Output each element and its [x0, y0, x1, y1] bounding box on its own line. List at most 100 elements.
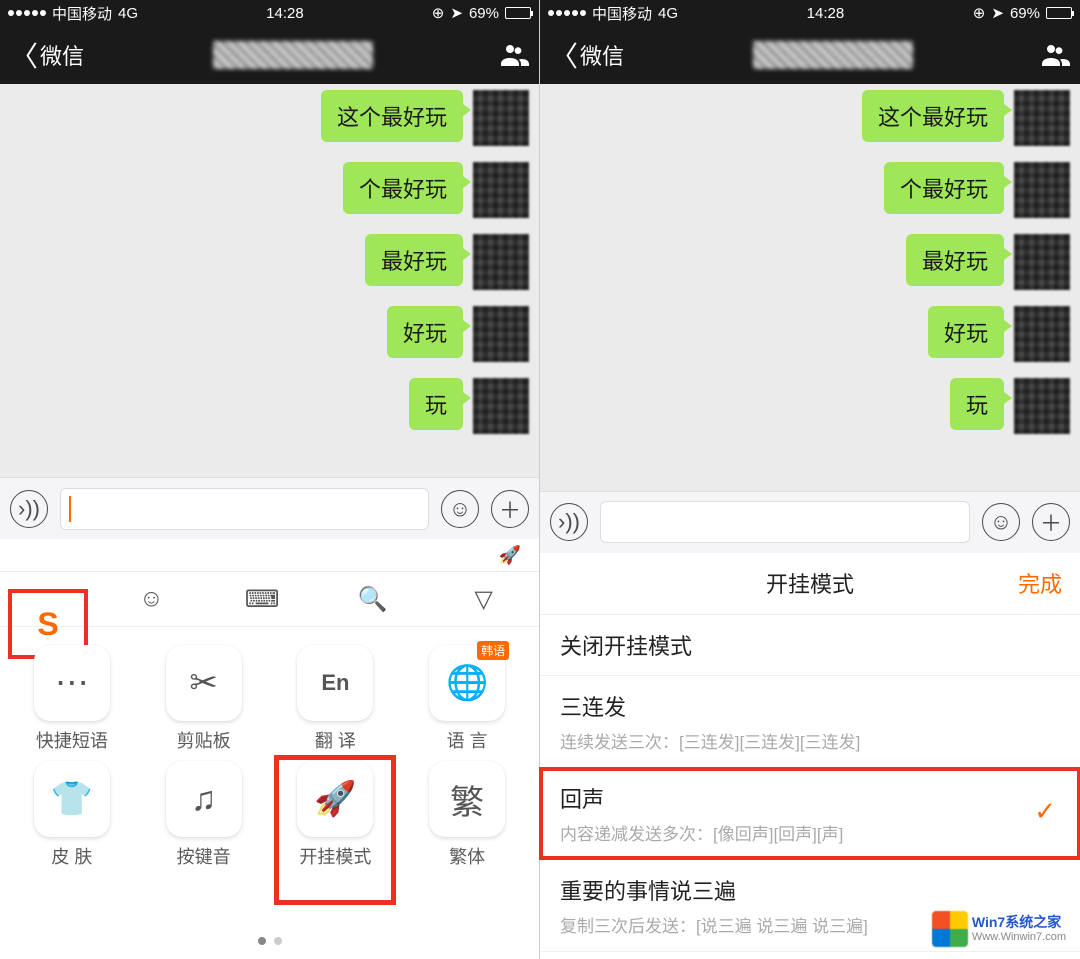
- emoji-button[interactable]: ☺: [441, 490, 479, 528]
- message-bubble[interactable]: 最好玩: [906, 234, 1004, 286]
- avatar[interactable]: [473, 378, 529, 434]
- left-screen: 中国移动 4G 14:28 ⊕ ➤ 69% 〈 微信: [0, 0, 540, 959]
- plus-button[interactable]: ＋: [491, 490, 529, 528]
- battery-icon: [505, 7, 531, 19]
- carrier-label: 中国移动: [592, 3, 652, 24]
- back-label: 微信: [40, 39, 84, 71]
- emoji-button[interactable]: ☺: [982, 503, 1020, 541]
- battery-pct: 69%: [469, 5, 499, 22]
- battery-pct: 69%: [1010, 5, 1040, 22]
- tool-quick-phrases[interactable]: ⋯快捷短语: [17, 645, 127, 753]
- message-row: 个最好玩: [550, 162, 1070, 218]
- kbd-top-strip: 🚀: [0, 539, 539, 571]
- page-dot-icon: [258, 937, 266, 945]
- watermark: Win7系统之家 Www.Winwin7.com: [928, 909, 1070, 949]
- message-bubble[interactable]: 玩: [409, 378, 463, 430]
- contact-icon[interactable]: [1042, 44, 1070, 66]
- avatar[interactable]: [473, 234, 529, 290]
- network-label: 4G: [118, 5, 138, 22]
- status-bar: 中国移动 4G 14:28 ⊕ ➤ 69%: [0, 0, 539, 26]
- highlight-frame: [274, 755, 396, 905]
- avatar[interactable]: [473, 162, 529, 218]
- language-badge: 韩语: [477, 641, 509, 660]
- search-kbd-button[interactable]: 🔍: [318, 585, 429, 614]
- tool-clipboard[interactable]: ✂剪贴板: [149, 645, 259, 753]
- emoji-kbd-button[interactable]: ☺: [96, 585, 207, 613]
- chat-area[interactable]: 这个最好玩 个最好玩 最好玩 好玩 玩: [0, 84, 539, 477]
- chevron-down-icon: ▽: [474, 585, 492, 614]
- text-cursor: [69, 496, 71, 522]
- right-screen: 中国移动 4G 14:28 ⊕ ➤ 69% 〈 微信: [540, 0, 1080, 959]
- message-bubble[interactable]: 好玩: [928, 306, 1004, 358]
- message-bubble[interactable]: 好玩: [387, 306, 463, 358]
- message-bubble[interactable]: 个最好玩: [343, 162, 463, 214]
- panel-header: 开挂模式 完成: [540, 553, 1080, 615]
- tool-keysound[interactable]: ♫按键音: [149, 761, 259, 869]
- option-echo[interactable]: 回声 内容递减发送多次：[像回声][回声][声] ✓: [540, 768, 1080, 860]
- tool-traditional[interactable]: 繁繁体: [412, 761, 522, 869]
- avatar[interactable]: [1014, 306, 1070, 362]
- message-bubble[interactable]: 这个最好玩: [321, 90, 463, 142]
- keyboard-toolbar: S ☺ ⌨ 🔍 ▽: [0, 571, 539, 627]
- nav-bar: 〈 微信: [0, 26, 539, 84]
- avatar[interactable]: [1014, 234, 1070, 290]
- message-input[interactable]: [60, 488, 429, 530]
- carrier-label: 中国移动: [52, 3, 112, 24]
- smile-icon: ☺: [139, 585, 164, 613]
- input-bar: ›)) ☺ ＋: [0, 477, 539, 539]
- done-button[interactable]: 完成: [1018, 567, 1062, 599]
- plus-icon: ＋: [499, 493, 521, 525]
- message-bubble[interactable]: 个最好玩: [884, 162, 1004, 214]
- message-bubble[interactable]: 最好玩: [365, 234, 463, 286]
- message-row: 好玩: [550, 306, 1070, 362]
- voice-button[interactable]: ›)): [10, 490, 48, 528]
- rocket-icon[interactable]: 🚀: [499, 545, 521, 566]
- tools-grid: ⋯快捷短语 ✂剪贴板 En翻 译 🌐韩语语 言 👕皮 肤 ♫按键音 🚀开挂模式 …: [0, 627, 539, 931]
- clock: 14:28: [807, 5, 845, 22]
- location-icon: ➤: [991, 4, 1004, 22]
- option-close-mode[interactable]: 关闭开挂模式: [540, 615, 1080, 676]
- tool-translate[interactable]: En翻 译: [280, 645, 390, 753]
- option-triple-send[interactable]: 三连发 连续发送三次：[三连发][三连发][三连发]: [540, 676, 1080, 768]
- nav-bar: 〈 微信: [540, 26, 1080, 84]
- lock-icon: ⊕: [973, 4, 986, 22]
- back-label: 微信: [580, 39, 624, 71]
- panel-title: 开挂模式: [766, 567, 854, 599]
- traditional-icon: 繁: [429, 761, 505, 837]
- keyboard-kbd-button[interactable]: ⌨: [207, 585, 318, 614]
- clock: 14:28: [266, 5, 304, 22]
- network-label: 4G: [658, 5, 678, 22]
- signal-dots-icon: [548, 10, 586, 16]
- smile-icon: ☺: [990, 509, 1012, 535]
- collapse-kbd-button[interactable]: ▽: [428, 585, 539, 614]
- message-row: 好玩: [10, 306, 529, 362]
- avatar[interactable]: [1014, 90, 1070, 146]
- plus-button[interactable]: ＋: [1032, 503, 1070, 541]
- avatar[interactable]: [473, 306, 529, 362]
- keyboard-icon: ⌨: [245, 585, 280, 614]
- avatar[interactable]: [1014, 378, 1070, 434]
- message-bubble[interactable]: 玩: [950, 378, 1004, 430]
- avatar[interactable]: [1014, 162, 1070, 218]
- message-bubble[interactable]: 这个最好玩: [862, 90, 1004, 142]
- contact-icon[interactable]: [501, 44, 529, 66]
- tool-cheat-mode[interactable]: 🚀开挂模式: [280, 761, 390, 869]
- tool-language[interactable]: 🌐韩语语 言: [412, 645, 522, 753]
- tool-skin[interactable]: 👕皮 肤: [17, 761, 127, 869]
- chevron-left-icon: 〈: [550, 35, 578, 75]
- voice-button[interactable]: ›)): [550, 503, 588, 541]
- status-bar: 中国移动 4G 14:28 ⊕ ➤ 69%: [540, 0, 1080, 26]
- back-button[interactable]: 〈 微信: [10, 35, 84, 75]
- message-input[interactable]: [600, 501, 970, 543]
- tshirt-icon: 👕: [34, 761, 110, 837]
- translate-icon: En: [297, 645, 373, 721]
- keyboard-tools-panel: 🚀 S ☺ ⌨ 🔍 ▽ ⋯快捷短语 ✂剪贴板 En翻 译 🌐韩语语 言: [0, 539, 539, 959]
- input-bar: ›)) ☺ ＋: [540, 491, 1080, 553]
- chat-title: [84, 41, 501, 69]
- back-button[interactable]: 〈 微信: [550, 35, 624, 75]
- chat-title: [624, 41, 1042, 69]
- battery-icon: [1046, 7, 1072, 19]
- avatar[interactable]: [473, 90, 529, 146]
- voice-icon: ›)): [18, 496, 40, 522]
- chat-area[interactable]: 这个最好玩 个最好玩 最好玩 好玩 玩: [540, 84, 1080, 491]
